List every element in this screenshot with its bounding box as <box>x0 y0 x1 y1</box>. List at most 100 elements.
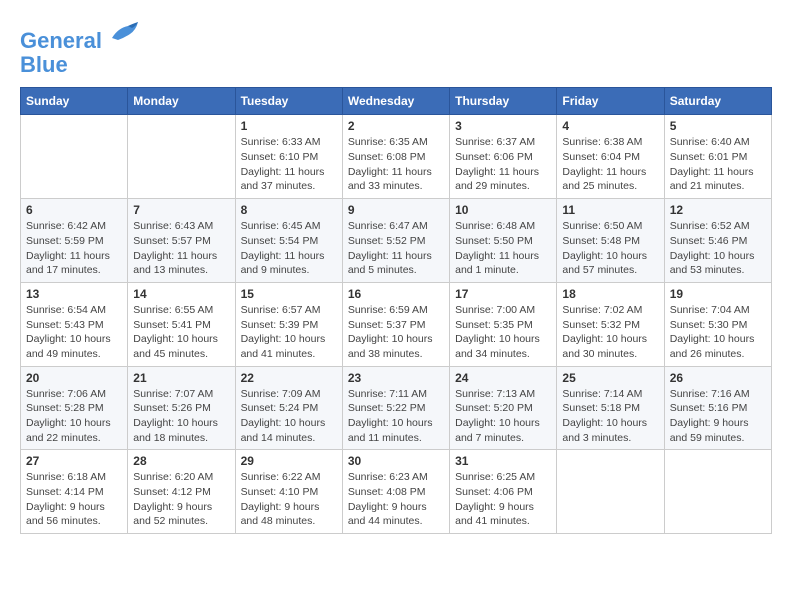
day-info: Sunrise: 7:11 AMSunset: 5:22 PMDaylight:… <box>348 387 444 446</box>
day-number: 11 <box>562 203 658 217</box>
day-info: Sunrise: 6:35 AMSunset: 6:08 PMDaylight:… <box>348 135 444 194</box>
day-number: 5 <box>670 119 766 133</box>
day-number: 16 <box>348 287 444 301</box>
weekday-header-friday: Friday <box>557 88 664 115</box>
calendar-cell <box>21 115 128 199</box>
calendar-cell <box>557 450 664 534</box>
day-number: 13 <box>26 287 122 301</box>
logo-text: General <box>20 20 140 53</box>
calendar-cell: 28 Sunrise: 6:20 AMSunset: 4:12 PMDayligh… <box>128 450 235 534</box>
day-info: Sunrise: 7:09 AMSunset: 5:24 PMDaylight:… <box>241 387 337 446</box>
calendar-cell: 20 Sunrise: 7:06 AMSunset: 5:28 PMDayligh… <box>21 366 128 450</box>
day-info: Sunrise: 6:48 AMSunset: 5:50 PMDaylight:… <box>455 219 551 278</box>
weekday-header-saturday: Saturday <box>664 88 771 115</box>
day-info: Sunrise: 6:40 AMSunset: 6:01 PMDaylight:… <box>670 135 766 194</box>
calendar-cell: 15 Sunrise: 6:57 AMSunset: 5:39 PMDayligh… <box>235 282 342 366</box>
calendar-cell: 31 Sunrise: 6:25 AMSunset: 4:06 PMDayligh… <box>450 450 557 534</box>
calendar-cell: 17Sunrise: 7:00 AMSunset: 5:35 PMDayligh… <box>450 282 557 366</box>
day-info: Sunrise: 6:42 AMSunset: 5:59 PMDaylight:… <box>26 219 122 278</box>
calendar-cell: 3 Sunrise: 6:37 AMSunset: 6:06 PMDaylight… <box>450 115 557 199</box>
day-number: 12 <box>670 203 766 217</box>
day-number: 9 <box>348 203 444 217</box>
calendar-cell <box>128 115 235 199</box>
day-info: Sunrise: 6:47 AMSunset: 5:52 PMDaylight:… <box>348 219 444 278</box>
day-number: 23 <box>348 371 444 385</box>
day-info: Sunrise: 7:16 AMSunset: 5:16 PMDaylight:… <box>670 387 766 446</box>
calendar-cell <box>664 450 771 534</box>
day-info: Sunrise: 6:22 AMSunset: 4:10 PMDaylight:… <box>241 470 337 529</box>
day-info: Sunrise: 6:25 AMSunset: 4:06 PMDaylight:… <box>455 470 551 529</box>
day-info: Sunrise: 7:07 AMSunset: 5:26 PMDaylight:… <box>133 387 229 446</box>
day-info: Sunrise: 7:06 AMSunset: 5:28 PMDaylight:… <box>26 387 122 446</box>
day-number: 31 <box>455 454 551 468</box>
day-info: Sunrise: 6:23 AMSunset: 4:08 PMDaylight:… <box>348 470 444 529</box>
calendar-cell: 2 Sunrise: 6:35 AMSunset: 6:08 PMDaylight… <box>342 115 449 199</box>
day-number: 17 <box>455 287 551 301</box>
calendar-week-5: 27 Sunrise: 6:18 AMSunset: 4:14 PMDayligh… <box>21 450 772 534</box>
logo: General Blue <box>20 20 140 77</box>
day-number: 21 <box>133 371 229 385</box>
calendar-cell: 12 Sunrise: 6:52 AMSunset: 5:46 PMDayligh… <box>664 199 771 283</box>
calendar-cell: 29Sunrise: 6:22 AMSunset: 4:10 PMDayligh… <box>235 450 342 534</box>
calendar-cell: 5 Sunrise: 6:40 AMSunset: 6:01 PMDaylight… <box>664 115 771 199</box>
logo-bird-icon <box>110 20 140 48</box>
day-number: 27 <box>26 454 122 468</box>
calendar-cell: 8 Sunrise: 6:45 AMSunset: 5:54 PMDaylight… <box>235 199 342 283</box>
logo-text-blue: Blue <box>20 53 140 77</box>
calendar-cell: 9 Sunrise: 6:47 AMSunset: 5:52 PMDaylight… <box>342 199 449 283</box>
day-number: 8 <box>241 203 337 217</box>
day-number: 6 <box>26 203 122 217</box>
calendar-week-4: 20 Sunrise: 7:06 AMSunset: 5:28 PMDayligh… <box>21 366 772 450</box>
day-info: Sunrise: 6:43 AMSunset: 5:57 PMDaylight:… <box>133 219 229 278</box>
weekday-header-monday: Monday <box>128 88 235 115</box>
day-number: 28 <box>133 454 229 468</box>
day-number: 3 <box>455 119 551 133</box>
day-info: Sunrise: 7:13 AMSunset: 5:20 PMDaylight:… <box>455 387 551 446</box>
calendar-cell: 14Sunrise: 6:55 AMSunset: 5:41 PMDayligh… <box>128 282 235 366</box>
calendar-table: SundayMondayTuesdayWednesdayThursdayFrid… <box>20 87 772 534</box>
calendar-cell: 24 Sunrise: 7:13 AMSunset: 5:20 PMDayligh… <box>450 366 557 450</box>
day-info: Sunrise: 6:54 AMSunset: 5:43 PMDaylight:… <box>26 303 122 362</box>
calendar-week-2: 6 Sunrise: 6:42 AMSunset: 5:59 PMDaylight… <box>21 199 772 283</box>
day-info: Sunrise: 7:04 AMSunset: 5:30 PMDaylight:… <box>670 303 766 362</box>
weekday-header-tuesday: Tuesday <box>235 88 342 115</box>
calendar-cell: 23 Sunrise: 7:11 AMSunset: 5:22 PMDayligh… <box>342 366 449 450</box>
day-info: Sunrise: 6:50 AMSunset: 5:48 PMDaylight:… <box>562 219 658 278</box>
calendar-cell: 16 Sunrise: 6:59 AMSunset: 5:37 PMDayligh… <box>342 282 449 366</box>
calendar-cell: 11 Sunrise: 6:50 AMSunset: 5:48 PMDayligh… <box>557 199 664 283</box>
day-info: Sunrise: 7:14 AMSunset: 5:18 PMDaylight:… <box>562 387 658 446</box>
calendar-cell: 18Sunrise: 7:02 AMSunset: 5:32 PMDayligh… <box>557 282 664 366</box>
calendar-cell: 19 Sunrise: 7:04 AMSunset: 5:30 PMDayligh… <box>664 282 771 366</box>
calendar-week-3: 13 Sunrise: 6:54 AMSunset: 5:43 PMDayligh… <box>21 282 772 366</box>
day-info: Sunrise: 6:45 AMSunset: 5:54 PMDaylight:… <box>241 219 337 278</box>
weekday-header-wednesday: Wednesday <box>342 88 449 115</box>
weekday-header-thursday: Thursday <box>450 88 557 115</box>
day-info: Sunrise: 6:37 AMSunset: 6:06 PMDaylight:… <box>455 135 551 194</box>
day-info: Sunrise: 7:02 AMSunset: 5:32 PMDaylight:… <box>562 303 658 362</box>
day-number: 10 <box>455 203 551 217</box>
calendar-week-1: 1Sunrise: 6:33 AMSunset: 6:10 PMDaylight… <box>21 115 772 199</box>
day-number: 2 <box>348 119 444 133</box>
day-number: 19 <box>670 287 766 301</box>
day-number: 24 <box>455 371 551 385</box>
day-number: 25 <box>562 371 658 385</box>
day-number: 20 <box>26 371 122 385</box>
day-info: Sunrise: 6:59 AMSunset: 5:37 PMDaylight:… <box>348 303 444 362</box>
calendar-cell: 26Sunrise: 7:16 AMSunset: 5:16 PMDayligh… <box>664 366 771 450</box>
day-number: 30 <box>348 454 444 468</box>
day-info: Sunrise: 6:20 AMSunset: 4:12 PMDaylight:… <box>133 470 229 529</box>
day-info: Sunrise: 6:18 AMSunset: 4:14 PMDaylight:… <box>26 470 122 529</box>
weekday-header-sunday: Sunday <box>21 88 128 115</box>
calendar-header-row: SundayMondayTuesdayWednesdayThursdayFrid… <box>21 88 772 115</box>
calendar-cell: 6 Sunrise: 6:42 AMSunset: 5:59 PMDaylight… <box>21 199 128 283</box>
calendar-cell: 10 Sunrise: 6:48 AMSunset: 5:50 PMDayligh… <box>450 199 557 283</box>
day-info: Sunrise: 6:57 AMSunset: 5:39 PMDaylight:… <box>241 303 337 362</box>
calendar-cell: 25 Sunrise: 7:14 AMSunset: 5:18 PMDayligh… <box>557 366 664 450</box>
day-info: Sunrise: 6:52 AMSunset: 5:46 PMDaylight:… <box>670 219 766 278</box>
calendar-cell: 4Sunrise: 6:38 AMSunset: 6:04 PMDaylight… <box>557 115 664 199</box>
calendar-cell: 7Sunrise: 6:43 AMSunset: 5:57 PMDaylight… <box>128 199 235 283</box>
day-number: 15 <box>241 287 337 301</box>
calendar-cell: 22Sunrise: 7:09 AMSunset: 5:24 PMDayligh… <box>235 366 342 450</box>
day-info: Sunrise: 6:33 AMSunset: 6:10 PMDaylight:… <box>241 135 337 194</box>
page-header: General Blue <box>20 20 772 77</box>
